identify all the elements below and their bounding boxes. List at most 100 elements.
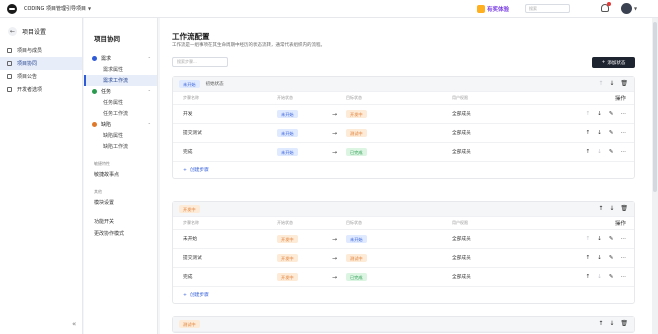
- from-status-chip: 未开始: [277, 129, 298, 137]
- more-icon[interactable]: ⋯: [621, 274, 627, 280]
- to-status-cell: 测试中: [346, 129, 452, 137]
- move-up-icon[interactable]: ↑: [598, 320, 603, 327]
- create-step-button[interactable]: + 创建步骤: [173, 162, 634, 178]
- subnav-item[interactable]: 需求属性: [84, 64, 157, 75]
- step-search-input[interactable]: 搜索步骤...: [172, 57, 228, 67]
- user-avatar[interactable]: [621, 3, 632, 14]
- project-name: CODING 项目管理引导项目: [24, 6, 86, 12]
- subnav-item[interactable]: 任务属性: [84, 97, 157, 108]
- global-search-input[interactable]: 搜索: [525, 4, 570, 13]
- to-status-chip: 测试中: [346, 129, 367, 137]
- subnav-item-story-points[interactable]: 敏捷故事点: [84, 168, 157, 180]
- more-icon[interactable]: ⋯: [621, 149, 627, 155]
- row-actions: ↑ ↓ ✎ ⋯: [562, 255, 634, 261]
- edit-icon[interactable]: ✎: [609, 255, 614, 261]
- create-step-button[interactable]: + 创建步骤: [173, 287, 634, 303]
- notification-bell-icon[interactable]: [601, 2, 611, 12]
- move-up-icon[interactable]: ↑: [586, 236, 591, 242]
- move-up-icon[interactable]: ↑: [598, 80, 603, 87]
- trash-icon[interactable]: 🗑: [620, 205, 628, 212]
- status-chip: 开发中: [179, 205, 200, 213]
- to-status-chip: 开发中: [346, 110, 367, 118]
- chevron-up-icon[interactable]: ⌃: [148, 122, 151, 127]
- group-dot-icon: [92, 89, 97, 94]
- subnav-group-1[interactable]: 任务 ⌃: [84, 86, 157, 97]
- table-row: 提交测试 开发中 → 测试中 全部成员 ↑ ↓ ✎ ⋯: [173, 249, 634, 268]
- step-name: 提交测试: [183, 131, 202, 136]
- to-status-chip: 未开始: [346, 235, 367, 243]
- from-status-cell: 开发中: [277, 235, 323, 243]
- subnav-group-0[interactable]: 需求 ⌃: [84, 53, 157, 64]
- subnav-item[interactable]: 缺陷属性: [84, 130, 157, 141]
- move-down-icon[interactable]: ↓: [597, 274, 602, 280]
- promo-link[interactable]: 有奖体验: [477, 4, 509, 14]
- move-up-icon[interactable]: ↑: [586, 149, 591, 155]
- subnav-group-label: 缺陷: [101, 122, 112, 128]
- add-status-label: 添加状态: [607, 60, 626, 66]
- sidebar-item-2[interactable]: 项目公告: [0, 70, 82, 83]
- arrow-right-icon: →: [331, 110, 338, 118]
- step-name: 提交测试: [183, 256, 202, 261]
- trash-icon[interactable]: 🗑: [620, 80, 628, 87]
- card-header: 开发中 ↑ ↓ 🗑: [173, 202, 634, 217]
- chevron-up-icon[interactable]: ⌃: [148, 89, 151, 94]
- coding-logo-icon[interactable]: [7, 3, 17, 14]
- move-up-icon[interactable]: ↑: [586, 274, 591, 280]
- move-up-icon[interactable]: ↑: [586, 111, 591, 117]
- sidebar-item-label: 项目公告: [17, 74, 38, 80]
- avatar-chevron-down-icon[interactable]: ▼: [634, 6, 637, 11]
- chevron-up-icon[interactable]: ⌃: [148, 56, 151, 61]
- edit-icon[interactable]: ✎: [609, 149, 614, 155]
- subnav-item[interactable]: 任务工作流: [84, 108, 157, 119]
- subnav-item-change-mode[interactable]: 更改协作模式: [84, 227, 157, 239]
- more-icon[interactable]: ⋯: [621, 236, 627, 242]
- create-step-label: 创建步骤: [189, 293, 209, 298]
- subnav-item-modules[interactable]: 模块设置: [84, 196, 157, 208]
- move-down-icon[interactable]: ↓: [609, 205, 614, 212]
- more-icon[interactable]: ⋯: [621, 130, 627, 136]
- more-icon[interactable]: ⋯: [621, 111, 627, 117]
- project-settings-sidebar: ← 项目设置 项目与成员 项目协同项目公告开发者选项 «: [0, 18, 83, 334]
- subnav-item[interactable]: 缺陷工作流: [84, 141, 157, 152]
- arrow-right-icon: →: [331, 129, 338, 137]
- workflow-card: 未开始 初始状态 ↑ ↓ 🗑 步骤名称 开始状态 目标状态 用户权限 操作 开发 未开始 → 开发中 全部成…: [172, 76, 635, 179]
- from-status-chip: 未开始: [277, 148, 298, 156]
- nav-item-icon: [7, 48, 12, 53]
- move-up-icon[interactable]: ↑: [586, 255, 591, 261]
- move-down-icon[interactable]: ↓: [597, 149, 602, 155]
- step-name: 完成: [183, 275, 193, 280]
- nav-item-icon: [7, 61, 12, 66]
- sidebar-item-0[interactable]: 项目与成员: [0, 44, 82, 57]
- trash-icon[interactable]: 🗑: [620, 320, 628, 327]
- subnav-group-2[interactable]: 缺陷 ⌃: [84, 119, 157, 130]
- move-down-icon[interactable]: ↓: [597, 255, 602, 261]
- collapse-sidebar-icon[interactable]: «: [72, 320, 76, 328]
- sidebar-title: 项目设置: [22, 29, 47, 36]
- move-up-icon[interactable]: ↑: [598, 205, 603, 212]
- move-down-icon[interactable]: ↓: [597, 130, 602, 136]
- edit-icon[interactable]: ✎: [609, 236, 614, 242]
- back-arrow-icon[interactable]: ←: [8, 27, 17, 36]
- move-down-icon[interactable]: ↓: [597, 236, 602, 242]
- from-status-cell: 未开始: [277, 129, 323, 137]
- to-status-chip: 已完成: [346, 273, 367, 281]
- subnav-item[interactable]: 需求工作流: [84, 75, 157, 86]
- column-header: 目标状态: [346, 95, 362, 100]
- nav-item-icon: [7, 74, 12, 79]
- move-down-icon[interactable]: ↓: [609, 320, 614, 327]
- move-down-icon[interactable]: ↓: [597, 111, 602, 117]
- project-switcher[interactable]: CODING 项目管理引导项目 ▼: [24, 5, 91, 12]
- move-down-icon[interactable]: ↓: [609, 80, 614, 87]
- subnav-group-label: 需求: [101, 56, 112, 62]
- edit-icon[interactable]: ✎: [609, 130, 614, 136]
- more-icon[interactable]: ⋯: [621, 255, 627, 261]
- edit-icon[interactable]: ✎: [609, 274, 614, 280]
- subnav-item-feature-switch[interactable]: 功能开关: [84, 215, 157, 227]
- scrollbar-thumb[interactable]: [653, 22, 657, 192]
- sidebar-item-1[interactable]: 项目协同: [0, 57, 82, 70]
- add-status-button[interactable]: + 添加状态: [592, 57, 635, 68]
- sidebar-item-3[interactable]: 开发者选项: [0, 83, 82, 96]
- page-title: 工作流配置: [172, 32, 210, 41]
- move-up-icon[interactable]: ↑: [586, 130, 591, 136]
- edit-icon[interactable]: ✎: [609, 111, 614, 117]
